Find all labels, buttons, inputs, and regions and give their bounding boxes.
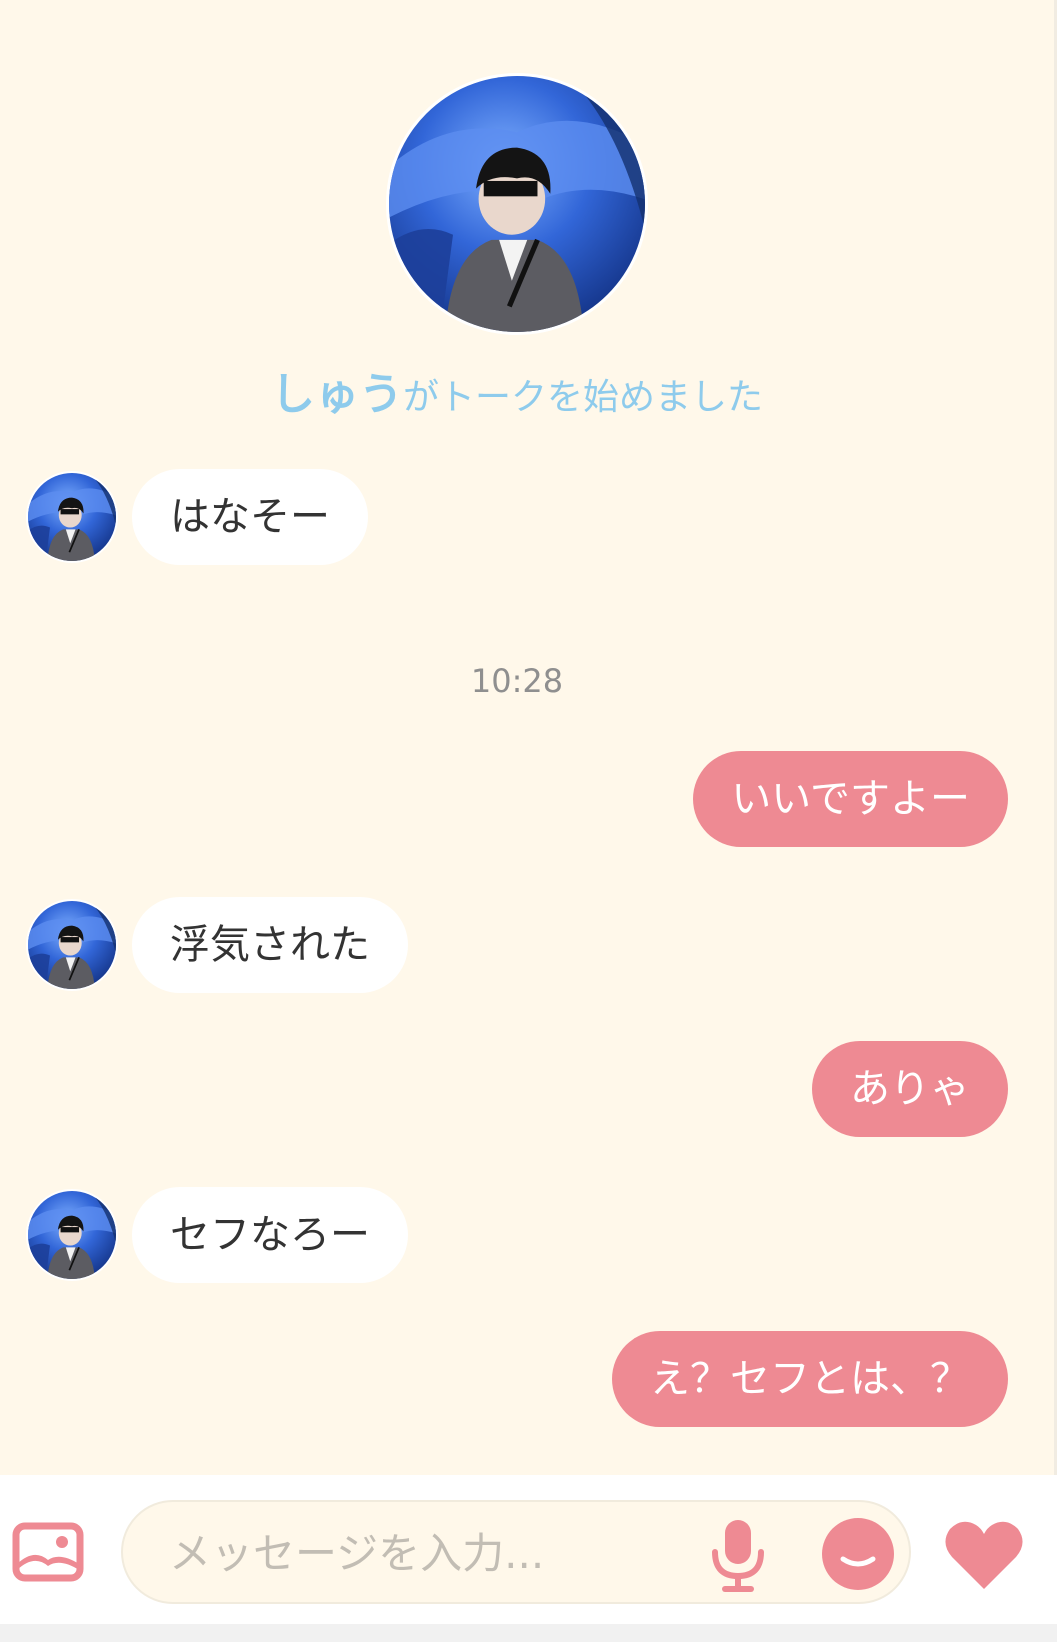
chat-area: しゅうがトークを始めました はなそー 10:28 いいですよー 浮気された あり…: [0, 0, 1057, 1475]
partner-name[interactable]: しゅう: [271, 369, 403, 420]
partner-avatar[interactable]: [26, 471, 118, 563]
outgoing-bubble[interactable]: ありゃ: [812, 1041, 1008, 1137]
like-button[interactable]: [942, 1519, 1026, 1591]
photo-button[interactable]: [12, 1522, 84, 1582]
photo-icon: [12, 1522, 84, 1582]
emoji-button[interactable]: [821, 1517, 895, 1591]
profile-photo: [389, 76, 645, 332]
incoming-bubble[interactable]: セフなろー: [132, 1187, 408, 1283]
incoming-bubble[interactable]: はなそー: [132, 469, 368, 565]
profile-photo: [28, 1191, 116, 1279]
profile-photo: [28, 473, 116, 561]
partner-avatar[interactable]: [26, 1189, 118, 1281]
message-input-wrapper: [121, 1500, 911, 1604]
talk-started-notice: しゅうがトークを始めました: [0, 358, 1034, 422]
bottom-strip: [0, 1624, 1057, 1642]
outgoing-bubble[interactable]: いいですよー: [693, 751, 1008, 847]
smile-icon: [822, 1518, 894, 1590]
voice-button[interactable]: [710, 1518, 766, 1594]
outgoing-bubble[interactable]: え？セフとは、？: [612, 1331, 1008, 1427]
partner-avatar[interactable]: [26, 899, 118, 991]
incoming-bubble[interactable]: 浮気された: [132, 897, 408, 993]
talk-started-text: がトークを始めました: [402, 377, 763, 418]
heart-icon: [945, 1521, 1023, 1589]
partner-avatar-large[interactable]: [386, 73, 648, 335]
microphone-icon: [712, 1520, 764, 1592]
time-separator: 10:28: [470, 662, 564, 700]
message-input[interactable]: [167, 1502, 691, 1604]
profile-photo: [28, 901, 116, 989]
